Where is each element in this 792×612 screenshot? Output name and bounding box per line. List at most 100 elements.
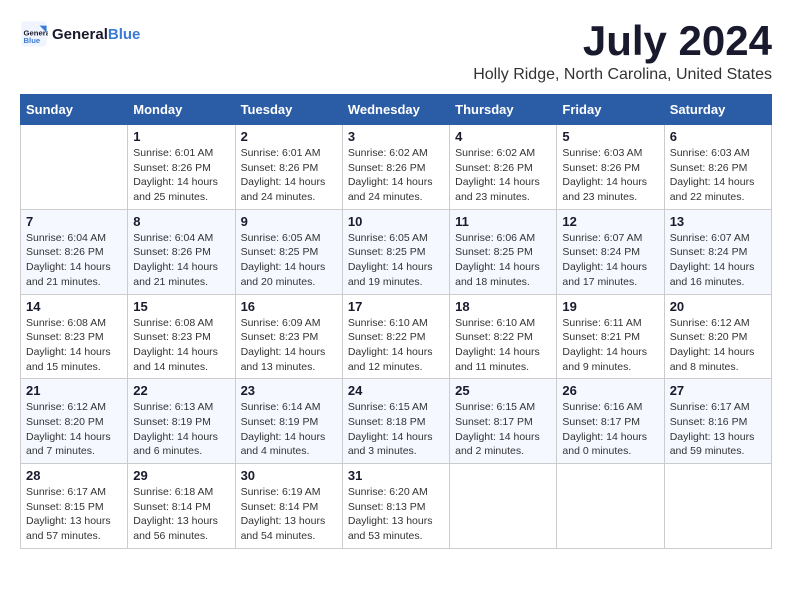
month-title: July 2024 [473,20,772,62]
calendar-cell: 10 Sunrise: 6:05 AM Sunset: 8:25 PM Dayli… [342,209,449,294]
logo-icon: General Blue [20,20,48,48]
location-title: Holly Ridge, North Carolina, United Stat… [473,66,772,84]
calendar-cell: 17 Sunrise: 6:10 AM Sunset: 8:22 PM Dayli… [342,294,449,379]
header-monday: Monday [128,95,235,125]
day-info: Sunrise: 6:18 AM Sunset: 8:14 PM Dayligh… [133,485,229,544]
day-info: Sunrise: 6:02 AM Sunset: 8:26 PM Dayligh… [348,146,444,205]
calendar-cell: 14Sunrise: 6:08 AM Sunset: 8:23 PM Dayli… [21,294,128,379]
calendar-cell: 3 Sunrise: 6:02 AM Sunset: 8:26 PM Daylig… [342,125,449,210]
day-number: 27 [670,383,766,398]
day-info: Sunrise: 6:07 AM Sunset: 8:24 PM Dayligh… [562,231,658,290]
day-number: 7 [26,214,122,229]
day-number: 28 [26,468,122,483]
header-friday: Friday [557,95,664,125]
day-number: 10 [348,214,444,229]
day-info: Sunrise: 6:08 AM Sunset: 8:23 PM Dayligh… [133,316,229,375]
svg-text:Blue: Blue [24,36,41,45]
calendar-cell: 8 Sunrise: 6:04 AM Sunset: 8:26 PM Daylig… [128,209,235,294]
day-info: Sunrise: 6:04 AM Sunset: 8:26 PM Dayligh… [133,231,229,290]
header-thursday: Thursday [450,95,557,125]
calendar-cell: 22 Sunrise: 6:13 AM Sunset: 8:19 PM Dayli… [128,379,235,464]
day-info: Sunrise: 6:10 AM Sunset: 8:22 PM Dayligh… [455,316,551,375]
day-info: Sunrise: 6:06 AM Sunset: 8:25 PM Dayligh… [455,231,551,290]
day-info: Sunrise: 6:15 AM Sunset: 8:18 PM Dayligh… [348,400,444,459]
day-number: 25 [455,383,551,398]
day-info: Sunrise: 6:01 AM Sunset: 8:26 PM Dayligh… [241,146,337,205]
day-info: Sunrise: 6:19 AM Sunset: 8:14 PM Dayligh… [241,485,337,544]
calendar-cell [557,464,664,549]
calendar-cell: 20 Sunrise: 6:12 AM Sunset: 8:20 PM Dayli… [664,294,771,379]
calendar-cell: 24Sunrise: 6:15 AM Sunset: 8:18 PM Dayli… [342,379,449,464]
day-number: 2 [241,129,337,144]
day-number: 12 [562,214,658,229]
day-number: 16 [241,299,337,314]
day-number: 8 [133,214,229,229]
day-number: 22 [133,383,229,398]
header-wednesday: Wednesday [342,95,449,125]
day-number: 21 [26,383,122,398]
day-number: 30 [241,468,337,483]
day-info: Sunrise: 6:10 AM Sunset: 8:22 PM Dayligh… [348,316,444,375]
calendar-cell: 1Sunrise: 6:01 AM Sunset: 8:26 PM Daylig… [128,125,235,210]
calendar-week-2: 7 Sunrise: 6:04 AM Sunset: 8:26 PM Daylig… [21,209,772,294]
calendar-cell: 18 Sunrise: 6:10 AM Sunset: 8:22 PM Dayli… [450,294,557,379]
calendar-cell: 4Sunrise: 6:02 AM Sunset: 8:26 PM Daylig… [450,125,557,210]
day-info: Sunrise: 6:16 AM Sunset: 8:17 PM Dayligh… [562,400,658,459]
logo-text: GeneralBlue [52,26,140,43]
day-number: 13 [670,214,766,229]
day-info: Sunrise: 6:12 AM Sunset: 8:20 PM Dayligh… [26,400,122,459]
calendar-cell: 7 Sunrise: 6:04 AM Sunset: 8:26 PM Daylig… [21,209,128,294]
day-number: 15 [133,299,229,314]
calendar-cell: 31 Sunrise: 6:20 AM Sunset: 8:13 PM Dayli… [342,464,449,549]
day-number: 31 [348,468,444,483]
header-tuesday: Tuesday [235,95,342,125]
header-sunday: Sunday [21,95,128,125]
day-info: Sunrise: 6:15 AM Sunset: 8:17 PM Dayligh… [455,400,551,459]
page-header: General Blue GeneralBlue July 2024 Holly… [20,20,772,84]
day-info: Sunrise: 6:01 AM Sunset: 8:26 PM Dayligh… [133,146,229,205]
day-number: 17 [348,299,444,314]
day-info: Sunrise: 6:03 AM Sunset: 8:26 PM Dayligh… [670,146,766,205]
day-number: 3 [348,129,444,144]
day-number: 11 [455,214,551,229]
day-info: Sunrise: 6:13 AM Sunset: 8:19 PM Dayligh… [133,400,229,459]
day-info: Sunrise: 6:14 AM Sunset: 8:19 PM Dayligh… [241,400,337,459]
calendar-cell: 16Sunrise: 6:09 AM Sunset: 8:23 PM Dayli… [235,294,342,379]
calendar-cell [664,464,771,549]
calendar-cell: 23 Sunrise: 6:14 AM Sunset: 8:19 PM Dayli… [235,379,342,464]
calendar-cell: 9Sunrise: 6:05 AM Sunset: 8:25 PM Daylig… [235,209,342,294]
day-number: 20 [670,299,766,314]
day-info: Sunrise: 6:17 AM Sunset: 8:16 PM Dayligh… [670,400,766,459]
calendar-cell: 27 Sunrise: 6:17 AM Sunset: 8:16 PM Dayli… [664,379,771,464]
title-area: July 2024 Holly Ridge, North Carolina, U… [473,20,772,84]
day-info: Sunrise: 6:04 AM Sunset: 8:26 PM Dayligh… [26,231,122,290]
calendar-week-3: 14 Sunrise: 6:08 AM Sunset: 8:23 PM Dayli… [21,294,772,379]
day-number: 26 [562,383,658,398]
calendar-week-5: 28Sunrise: 6:17 AM Sunset: 8:15 PM Dayli… [21,464,772,549]
calendar-cell: 25 Sunrise: 6:15 AM Sunset: 8:17 PM Dayli… [450,379,557,464]
day-info: Sunrise: 6:11 AM Sunset: 8:21 PM Dayligh… [562,316,658,375]
calendar-header-row: Sunday Monday Tuesday Wednesday Thursday… [21,95,772,125]
day-info: Sunrise: 6:03 AM Sunset: 8:26 PM Dayligh… [562,146,658,205]
day-number: 14 [26,299,122,314]
calendar-cell [450,464,557,549]
day-info: Sunrise: 6:12 AM Sunset: 8:20 PM Dayligh… [670,316,766,375]
calendar-cell [21,125,128,210]
calendar-cell: 12 Sunrise: 6:07 AM Sunset: 8:24 PM Dayli… [557,209,664,294]
calendar-cell: 2 Sunrise: 6:01 AM Sunset: 8:26 PM Daylig… [235,125,342,210]
day-number: 19 [562,299,658,314]
calendar-table: Sunday Monday Tuesday Wednesday Thursday… [20,94,772,549]
day-number: 5 [562,129,658,144]
calendar-week-4: 21 Sunrise: 6:12 AM Sunset: 8:20 PM Dayli… [21,379,772,464]
calendar-cell: 13Sunrise: 6:07 AM Sunset: 8:24 PM Dayli… [664,209,771,294]
day-number: 18 [455,299,551,314]
calendar-cell: 6Sunrise: 6:03 AM Sunset: 8:26 PM Daylig… [664,125,771,210]
day-info: Sunrise: 6:05 AM Sunset: 8:25 PM Dayligh… [348,231,444,290]
logo: General Blue GeneralBlue [20,20,140,48]
calendar-cell: 19 Sunrise: 6:11 AM Sunset: 8:21 PM Dayli… [557,294,664,379]
day-info: Sunrise: 6:20 AM Sunset: 8:13 PM Dayligh… [348,485,444,544]
header-saturday: Saturday [664,95,771,125]
day-number: 9 [241,214,337,229]
calendar-cell: 21 Sunrise: 6:12 AM Sunset: 8:20 PM Dayli… [21,379,128,464]
day-number: 23 [241,383,337,398]
